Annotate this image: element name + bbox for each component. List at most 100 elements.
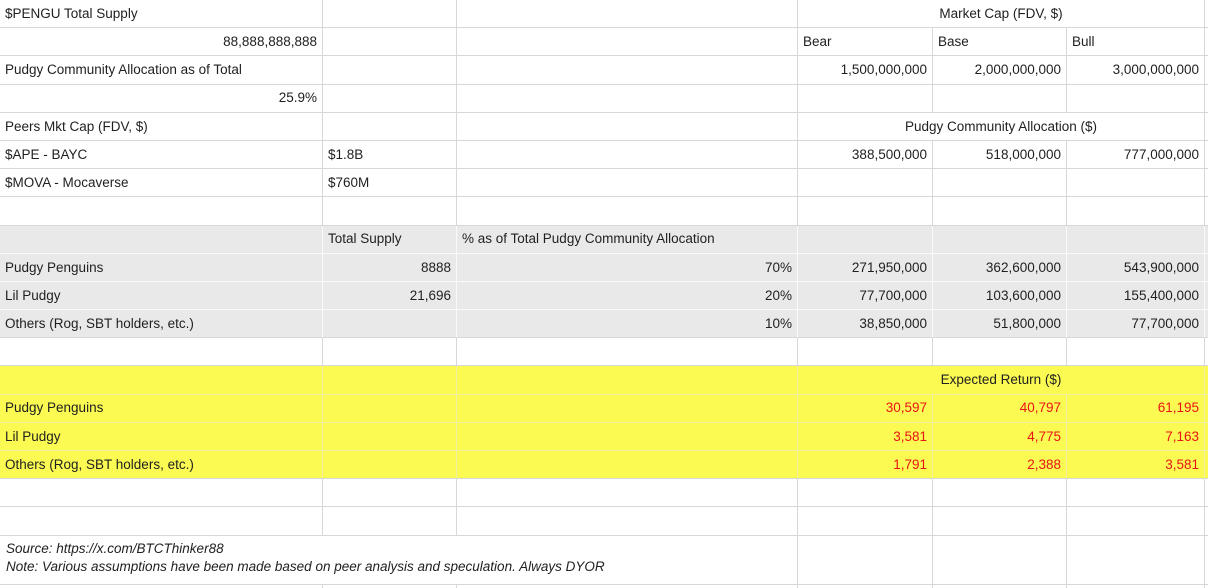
expected-others-bear[interactable]: 1,791 — [798, 451, 933, 479]
cell-D19[interactable] — [798, 507, 933, 535]
expected-return-header[interactable]: Expected Return ($) — [798, 366, 1205, 394]
market-cap-base-value[interactable]: 2,000,000,000 — [933, 56, 1067, 84]
peer-ape-bayc-value[interactable]: $1.8B — [323, 141, 457, 169]
cell-C3[interactable] — [457, 56, 798, 84]
others-bull[interactable]: 77,700,000 — [1067, 310, 1205, 338]
cell-F20[interactable] — [1067, 536, 1205, 585]
cell-B21[interactable] — [323, 585, 457, 588]
lil-pudgy-supply[interactable]: 21,696 — [323, 282, 457, 310]
scenario-base-header[interactable]: Base — [933, 28, 1067, 56]
cell-F4[interactable] — [1067, 85, 1205, 113]
cell-C16[interactable] — [457, 423, 798, 451]
cell-C21[interactable] — [457, 585, 798, 588]
cell-C8[interactable] — [457, 197, 798, 225]
market-cap-fdv-header[interactable]: Market Cap (FDV, $) — [798, 0, 1205, 28]
cell-F7[interactable] — [1067, 169, 1205, 197]
cell-B3[interactable] — [323, 56, 457, 84]
cell-B1[interactable] — [323, 0, 457, 28]
cell-B13[interactable] — [323, 338, 457, 366]
cell-C13[interactable] — [457, 338, 798, 366]
cell-B12[interactable] — [323, 310, 457, 338]
cell-C5[interactable] — [457, 113, 798, 141]
cell-A19[interactable] — [0, 507, 323, 535]
cell-C6[interactable] — [457, 141, 798, 169]
cell-C1[interactable] — [457, 0, 798, 28]
pudgy-penguins-base[interactable]: 362,600,000 — [933, 254, 1067, 282]
cell-F9[interactable] — [1067, 226, 1205, 254]
peer-mova-mocaverse-value[interactable]: $760M — [323, 169, 457, 197]
cell-B15[interactable] — [323, 395, 457, 423]
lil-pudgy-percent[interactable]: 20% — [457, 282, 798, 310]
cell-B16[interactable] — [323, 423, 457, 451]
peer-mova-mocaverse-label[interactable]: $MOVA - Mocaverse — [0, 169, 323, 197]
cell-D18[interactable] — [798, 479, 933, 507]
cell-A21[interactable] — [0, 585, 323, 588]
community-allocation-of-total-label[interactable]: Pudgy Community Allocation as of Total — [0, 56, 323, 84]
cell-B8[interactable] — [323, 197, 457, 225]
cell-C15[interactable] — [457, 395, 798, 423]
cell-D21[interactable] — [798, 585, 933, 588]
cell-C14[interactable] — [457, 366, 798, 394]
expected-pudgy-penguins-bear[interactable]: 30,597 — [798, 395, 933, 423]
expected-lil-pudgy-bull[interactable]: 7,163 — [1067, 423, 1205, 451]
cell-E18[interactable] — [933, 479, 1067, 507]
cell-C18[interactable] — [457, 479, 798, 507]
percent-allocation-column-header[interactable]: % as of Total Pudgy Community Allocation — [457, 226, 798, 254]
expected-pudgy-penguins-label[interactable]: Pudgy Penguins — [0, 395, 323, 423]
cell-B18[interactable] — [323, 479, 457, 507]
expected-lil-pudgy-label[interactable]: Lil Pudgy — [0, 423, 323, 451]
cell-A14[interactable] — [0, 366, 323, 394]
cell-B19[interactable] — [323, 507, 457, 535]
lil-pudgy-base[interactable]: 103,600,000 — [933, 282, 1067, 310]
cell-A9[interactable] — [0, 226, 323, 254]
pudgy-penguins-bear[interactable]: 271,950,000 — [798, 254, 933, 282]
cell-E13[interactable] — [933, 338, 1067, 366]
lil-pudgy-bear[interactable]: 77,700,000 — [798, 282, 933, 310]
source-note-cell[interactable]: Source: https://x.com/BTCThinker88Note: … — [0, 536, 798, 585]
cell-B4[interactable] — [323, 85, 457, 113]
cell-E4[interactable] — [933, 85, 1067, 113]
pudgy-community-allocation-header[interactable]: Pudgy Community Allocation ($) — [798, 113, 1205, 141]
cell-A8[interactable] — [0, 197, 323, 225]
expected-pudgy-penguins-base[interactable]: 40,797 — [933, 395, 1067, 423]
peers-mkt-cap-label[interactable]: Peers Mkt Cap (FDV, $) — [0, 113, 323, 141]
cell-E20[interactable] — [933, 536, 1067, 585]
community-allocation-percent-value[interactable]: 25.9% — [0, 85, 323, 113]
cell-D8[interactable] — [798, 197, 933, 225]
pudgy-penguins-bull[interactable]: 543,900,000 — [1067, 254, 1205, 282]
scenario-bull-header[interactable]: Bull — [1067, 28, 1205, 56]
cell-D13[interactable] — [798, 338, 933, 366]
others-base[interactable]: 51,800,000 — [933, 310, 1067, 338]
cell-E21[interactable] — [933, 585, 1067, 588]
total-supply-column-header[interactable]: Total Supply — [323, 226, 457, 254]
expected-others-label[interactable]: Others (Rog, SBT holders, etc.) — [0, 451, 323, 479]
pudgy-penguins-percent[interactable]: 70% — [457, 254, 798, 282]
others-bear[interactable]: 38,850,000 — [798, 310, 933, 338]
peer-ape-bayc-label[interactable]: $APE - BAYC — [0, 141, 323, 169]
pengu-total-supply-value[interactable]: 88,888,888,888 — [0, 28, 323, 56]
others-row-label[interactable]: Others (Rog, SBT holders, etc.) — [0, 310, 323, 338]
scenario-bear-header[interactable]: Bear — [798, 28, 933, 56]
cell-C7[interactable] — [457, 169, 798, 197]
expected-pudgy-penguins-bull[interactable]: 61,195 — [1067, 395, 1205, 423]
allocation-bull-value[interactable]: 777,000,000 — [1067, 141, 1205, 169]
cell-E7[interactable] — [933, 169, 1067, 197]
cell-E19[interactable] — [933, 507, 1067, 535]
cell-D9[interactable] — [798, 226, 933, 254]
expected-lil-pudgy-base[interactable]: 4,775 — [933, 423, 1067, 451]
cell-C2[interactable] — [457, 28, 798, 56]
allocation-bear-value[interactable]: 388,500,000 — [798, 141, 933, 169]
cell-B14[interactable] — [323, 366, 457, 394]
cell-C4[interactable] — [457, 85, 798, 113]
pengu-total-supply-label[interactable]: $PENGU Total Supply — [0, 0, 323, 28]
cell-F18[interactable] — [1067, 479, 1205, 507]
market-cap-bull-value[interactable]: 3,000,000,000 — [1067, 56, 1205, 84]
cell-A13[interactable] — [0, 338, 323, 366]
cell-C17[interactable] — [457, 451, 798, 479]
expected-lil-pudgy-bear[interactable]: 3,581 — [798, 423, 933, 451]
lil-pudgy-row-label[interactable]: Lil Pudgy — [0, 282, 323, 310]
cell-C19[interactable] — [457, 507, 798, 535]
lil-pudgy-bull[interactable]: 155,400,000 — [1067, 282, 1205, 310]
cell-E8[interactable] — [933, 197, 1067, 225]
cell-F21[interactable] — [1067, 585, 1205, 588]
